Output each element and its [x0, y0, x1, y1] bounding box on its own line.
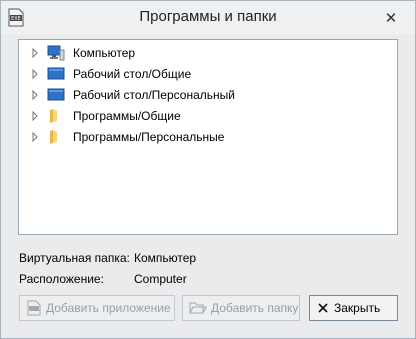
virtual-folder-value: Компьютер: [134, 251, 197, 265]
expand-arrow-icon[interactable]: [30, 90, 40, 100]
tree-item-programs-personal[interactable]: Программы/Персональные: [19, 127, 389, 147]
virtual-folder-label: Виртуальная папка:: [19, 251, 130, 265]
tree-item-label: Рабочий стол/Общие: [73, 67, 192, 81]
tree-item-label: Программы/Персональные: [73, 130, 225, 144]
location-label: Расположение:: [19, 272, 104, 286]
close-label: Закрыть: [334, 301, 381, 315]
expand-arrow-icon[interactable]: [30, 69, 40, 79]
add-folder-button[interactable]: Добавить папку: [182, 295, 300, 321]
expand-arrow-icon[interactable]: [30, 48, 40, 58]
add-app-label: Добавить приложение: [46, 301, 171, 315]
tree-item-desktop-personal[interactable]: Рабочий стол/Персональный: [19, 85, 389, 105]
location-value: Computer: [134, 272, 187, 286]
folder-tree[interactable]: Компьютер Рабочий стол/Общие Рабочий сто…: [18, 39, 398, 235]
close-window-icon[interactable]: ✕: [378, 7, 404, 29]
title-bar[interactable]: EXE Программы и папки ✕: [1, 1, 415, 34]
close-button[interactable]: Закрыть: [309, 295, 398, 321]
open-folder-icon: [189, 302, 207, 314]
window-title: Программы и папки: [139, 8, 277, 25]
computer-icon: [47, 45, 65, 61]
folder-icon: [50, 130, 57, 144]
add-app-button[interactable]: Добавить приложение: [19, 295, 175, 321]
dialog-window: EXE Программы и папки ✕ Компьютер Рабочи…: [0, 0, 416, 339]
exe-icon: [27, 300, 41, 316]
x-icon: [318, 303, 328, 313]
tree-item-desktop-common[interactable]: Рабочий стол/Общие: [19, 64, 389, 84]
tree-item-label: Рабочий стол/Персональный: [73, 88, 235, 102]
tree-item-computer[interactable]: Компьютер: [19, 43, 389, 63]
desktop-icon: [47, 88, 65, 101]
add-folder-label: Добавить папку: [211, 301, 299, 315]
tree-item-label: Программы/Общие: [73, 109, 181, 123]
expand-arrow-icon[interactable]: [30, 111, 40, 121]
tree-item-label: Компьютер: [73, 46, 136, 60]
tree-item-programs-common[interactable]: Программы/Общие: [19, 106, 389, 126]
expand-arrow-icon[interactable]: [30, 132, 40, 142]
folder-icon: [50, 109, 57, 123]
desktop-icon: [47, 67, 65, 80]
